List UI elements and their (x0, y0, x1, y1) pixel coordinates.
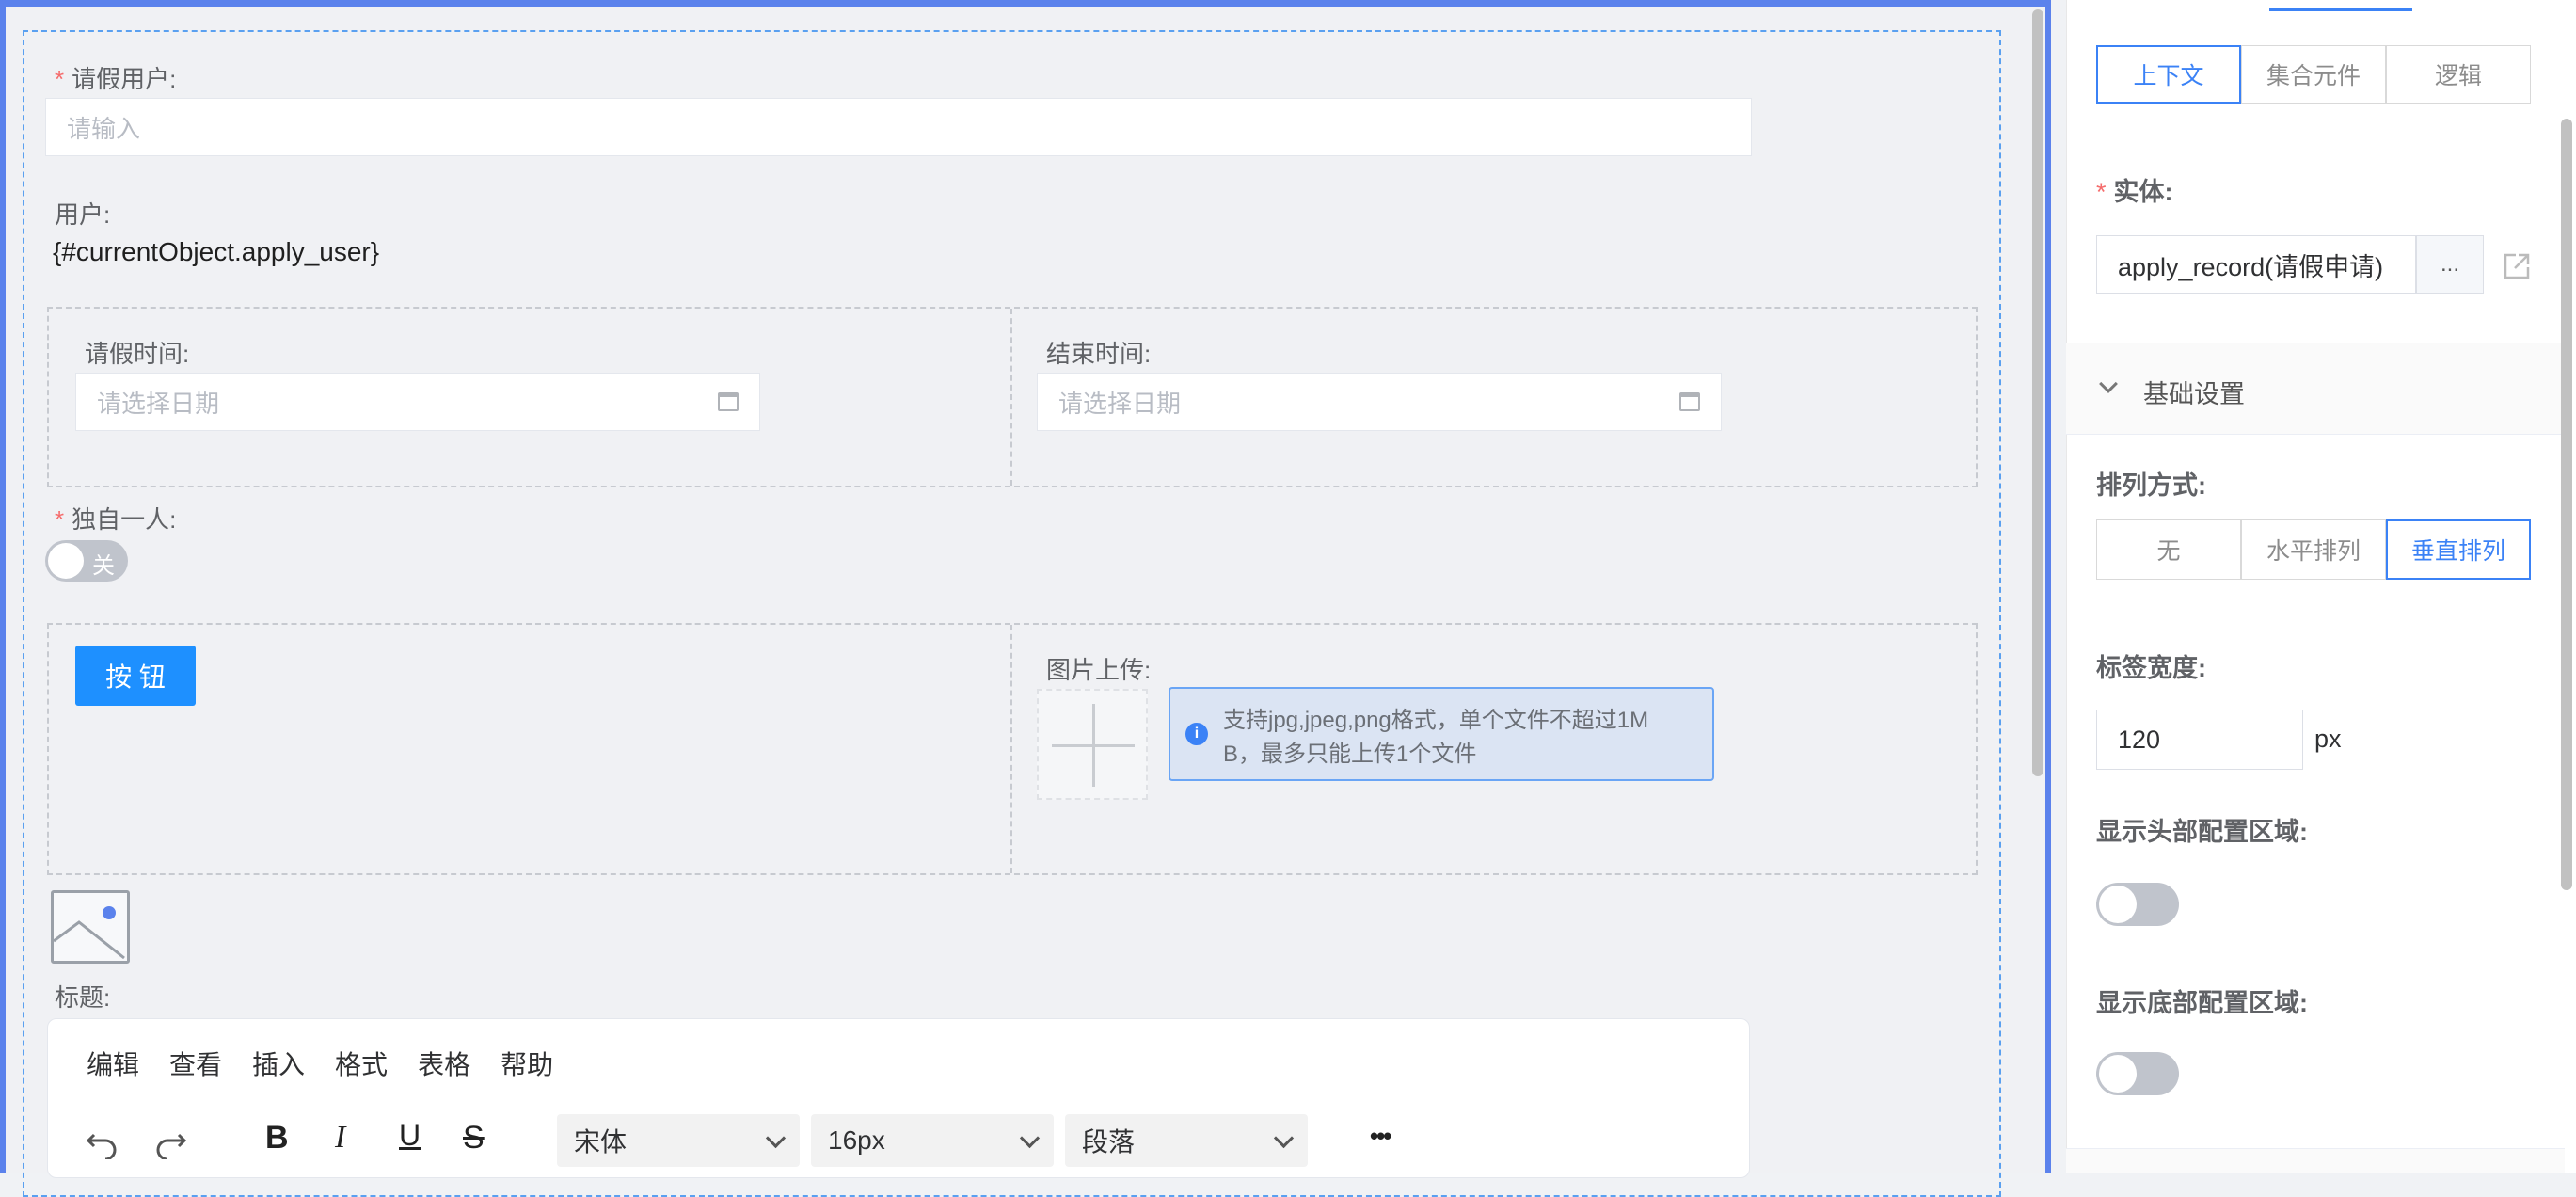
entity-label: * 实体: (2096, 178, 2173, 206)
arrange-label: 排列方式: (2096, 471, 2206, 500)
end-time-picker[interactable]: 请选择日期 (1037, 373, 1722, 431)
toggle-knob (2099, 1055, 2137, 1093)
entity-more-button[interactable]: ... (2416, 235, 2484, 294)
block-format-select[interactable]: 段落 (1065, 1114, 1308, 1167)
show-header-label: 显示头部配置区域: (2096, 818, 2308, 846)
editor-menu-item[interactable]: 编辑 (87, 1045, 139, 1082)
label-width-input[interactable]: 120 (2096, 710, 2303, 770)
editor-menubar: 编辑 查看 插入 格式 表格 帮助 (87, 1045, 583, 1082)
open-link-icon[interactable] (2503, 252, 2531, 280)
chevron-down-icon (765, 1127, 787, 1149)
editor-menu-item[interactable]: 查看 (169, 1045, 222, 1082)
plus-icon-bar (1052, 744, 1135, 747)
canvas-scrollbar[interactable] (2032, 9, 2043, 776)
context-tab[interactable]: 逻辑 (2386, 45, 2531, 104)
leave-user-input[interactable]: 请输入 (45, 98, 1752, 156)
italic-icon[interactable]: I (335, 1120, 345, 1156)
redo-icon[interactable] (151, 1122, 188, 1159)
alone-label: * 独自一人: (55, 505, 177, 534)
image-placeholder-icon (51, 890, 130, 964)
start-time-picker[interactable]: 请选择日期 (75, 373, 760, 431)
leave-user-label: * 请假用户: (55, 65, 177, 93)
undo-icon[interactable] (85, 1122, 122, 1159)
editor-menu-item[interactable]: 表格 (418, 1045, 470, 1082)
info-icon: i (1185, 723, 1208, 745)
date-row-divider (1010, 309, 1012, 486)
more-icon[interactable]: ••• (1370, 1122, 1391, 1151)
panel-scrollbar[interactable] (2561, 119, 2572, 890)
arrange-option[interactable]: 水平排列 (2241, 519, 2386, 580)
user-value: {#currentObject.apply_user} (53, 237, 380, 266)
user-label: 用户: (55, 200, 111, 229)
chevron-down-icon (1019, 1127, 1041, 1149)
toggle-knob (2099, 886, 2137, 923)
calendar-icon (718, 392, 739, 411)
calendar-icon (1679, 392, 1700, 411)
alone-switch[interactable]: 关 (45, 540, 128, 582)
panel-top-tab-indicator (2269, 0, 2412, 11)
show-footer-label: 显示底部配置区域: (2096, 989, 2308, 1017)
strikethrough-icon[interactable]: S (463, 1120, 485, 1157)
upload-trigger[interactable] (1037, 689, 1148, 800)
font-family-select[interactable]: 宋体 (557, 1114, 800, 1167)
basic-settings-header[interactable]: 基础设置 (2066, 343, 2565, 435)
arrange-options: 无水平排列 垂直排列 (2096, 519, 2531, 580)
underline-icon[interactable]: U (399, 1118, 421, 1153)
arrange-option[interactable]: 无 (2096, 519, 2241, 580)
show-footer-toggle[interactable] (2096, 1052, 2179, 1095)
context-tab[interactable]: 集合元件 (2241, 45, 2386, 104)
end-time-placeholder: 请选择日期 (1058, 389, 1182, 418)
button-upload-divider (1010, 625, 1012, 873)
context-tab[interactable]: 上下文 (2096, 45, 2241, 104)
bold-icon[interactable]: B (265, 1120, 289, 1157)
editor-menu-item[interactable]: 格式 (335, 1045, 388, 1082)
upload-tip-text: 支持jpg,jpeg,png格式，单个文件不超过1M B，最多只能上传1个文件 (1223, 708, 1649, 767)
end-time-label: 结束时间: (1046, 340, 1152, 368)
label-width-label: 标签宽度: (2096, 654, 2206, 682)
label-width-unit: px (2314, 725, 2342, 753)
title-label: 标题: (55, 983, 111, 1012)
editor-menu-item[interactable]: 帮助 (501, 1045, 553, 1082)
entity-input[interactable]: apply_record(请假申请) (2096, 235, 2416, 294)
primary-button[interactable]: 按 钮 (75, 646, 196, 706)
chevron-down-icon (2099, 375, 2118, 393)
font-size-select[interactable]: 16px (811, 1114, 1054, 1167)
upload-label: 图片上传: (1046, 656, 1152, 684)
chevron-down-icon (1273, 1127, 1295, 1149)
start-time-label: 请假时间: (85, 340, 190, 368)
show-header-toggle[interactable] (2096, 883, 2179, 926)
leave-user-placeholder: 请输入 (67, 114, 141, 143)
switch-knob (48, 543, 84, 579)
editor-menu-item[interactable]: 插入 (252, 1045, 305, 1082)
upload-tip: i 支持jpg,jpeg,png格式，单个文件不超过1M B，最多只能上传1个文… (1169, 687, 1714, 781)
context-tabs: 上下文 集合元件 逻辑 (2096, 45, 2531, 104)
start-time-placeholder: 请选择日期 (97, 389, 220, 418)
arrange-option[interactable]: 垂直排列 (2386, 519, 2531, 580)
switch-text: 关 (92, 553, 115, 579)
next-section-header[interactable] (2066, 1148, 2565, 1173)
basic-settings-title: 基础设置 (2143, 380, 2245, 408)
